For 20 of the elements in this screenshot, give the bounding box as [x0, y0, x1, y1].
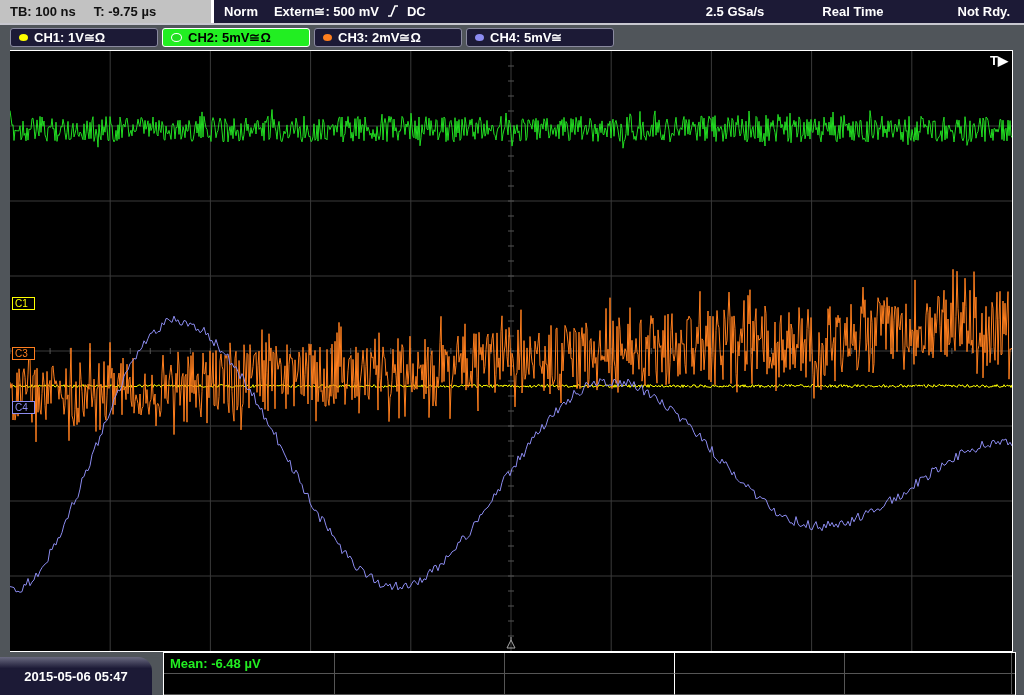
channel-tab[interactable]: CH1: 1V≅Ω	[10, 28, 158, 48]
acquisition-mode-label: Real Time	[822, 3, 884, 19]
channel-tab[interactable]: CH4: 5mV≅	[466, 28, 614, 48]
channel-marker[interactable]: C3	[12, 347, 35, 360]
date-time-label: 2015-05-06 05:47	[24, 668, 128, 684]
measurement-result: Mean: -6.48 µV	[170, 655, 261, 671]
trigger-mode-label: Norm	[224, 3, 258, 19]
sample-rate-label: 2.5 GSa/s	[705, 3, 765, 19]
channel-marker[interactable]: C4	[12, 401, 35, 414]
rising-edge-icon	[386, 5, 399, 18]
channel-tab[interactable]: CH2: 5mV≅Ω	[162, 28, 310, 48]
trigger-coupling-label: DC	[406, 3, 426, 19]
channel-marker[interactable]: C1	[12, 297, 35, 310]
trigger-time-label: T: -9.75 µs	[93, 3, 157, 19]
status-label: Not Rdy.	[957, 3, 1010, 19]
trigger-position-icon	[506, 637, 516, 649]
trigger-level-label: Extern≅: 500 mV	[273, 3, 379, 19]
timebase-label: TB: 100 ns	[10, 3, 76, 19]
channel-tab[interactable]: CH3: 2mV≅Ω	[314, 28, 462, 48]
trigger-marker: T▶	[990, 53, 1008, 68]
